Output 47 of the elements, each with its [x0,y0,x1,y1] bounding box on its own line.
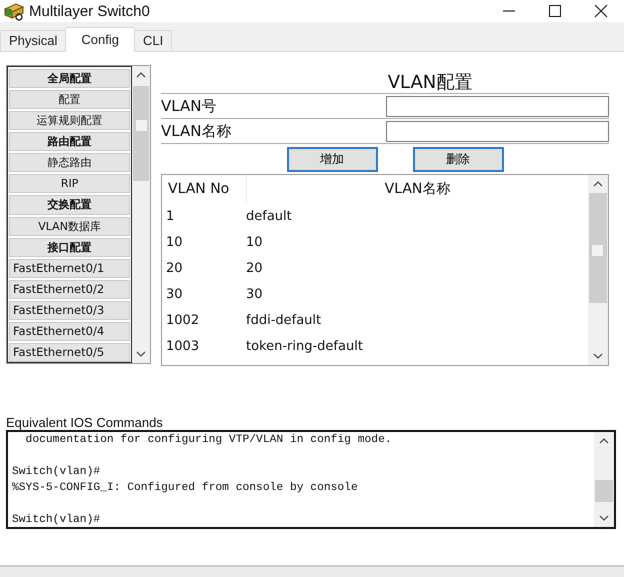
switch-icon [3,1,25,21]
sidebar-item[interactable]: FastEthernet0/5 [9,343,130,362]
console-text: documentation for configuring VTP/VLAN in config mode. Switch(vlan)# %SYS-5-CONFIG_I: Configured from console by console Switch(vlan)# [12,432,393,528]
table-cell-text: 1003 [165,338,200,354]
sidebar-item[interactable]: VLAN数据库 [9,216,130,236]
table-cell: token-ring-default [246,338,363,354]
action-button[interactable]: 删除 [412,147,504,172]
scroll-thumb[interactable] [133,86,149,181]
window-title: Multilayer Switch0 [29,2,150,20]
table-cell-text: 1002 [165,312,200,328]
sidebar-item[interactable]: FastEthernet0/4 [9,322,130,342]
table-cell: 20 [246,260,263,276]
table-cell-text: 10 [165,234,184,250]
column-header[interactable]: VLAN名称 [247,175,588,203]
scroll-thumb[interactable] [595,480,613,502]
action-button[interactable]: 增加 [286,147,378,172]
sidebar-item[interactable]: RIP [9,174,130,194]
sidebar-item[interactable]: 交换配置 [9,195,130,215]
tab[interactable]: Config [65,27,135,52]
field-label: VLAN号 [161,96,218,116]
scroll-thumb[interactable] [589,193,607,303]
sidebar-item[interactable]: 接口配置 [9,238,130,257]
field-label: VLAN名称 [161,122,232,140]
sidebar-item[interactable]: 静态路由 [9,153,130,172]
section-label: Equivalent IOS Commands [6,415,164,430]
sidebar-item[interactable]: FastEthernet0/2 [9,280,130,299]
input-field[interactable] [386,120,609,142]
tab[interactable]: CLI [134,30,172,52]
sidebar-item[interactable]: 路由配置 [9,132,130,152]
sidebar-item[interactable]: 运算规则配置 [9,111,130,130]
table-cell: 10 [246,234,263,250]
input-field[interactable] [386,96,609,116]
table-cell-text: 1 [165,208,176,224]
table-cell: fddi-default [246,312,322,328]
scrollbar[interactable] [588,175,608,365]
sidebar-item[interactable]: FastEthernet0/1 [9,258,130,278]
scrollbar[interactable] [594,432,614,527]
sidebar-item[interactable]: FastEthernet0/3 [9,300,130,320]
panel-title: VLAN配置 [161,65,609,94]
table-cell-text: 20 [165,260,184,276]
table-cell-text: 30 [165,286,184,302]
scrollbar[interactable] [132,66,150,363]
table-cell: 30 [246,286,263,302]
table-cell: default [246,208,292,224]
sidebar-item[interactable]: 配置 [9,90,130,110]
sidebar-item[interactable]: 全局配置 [9,69,130,88]
column-header[interactable]: VLAN No [162,175,247,203]
